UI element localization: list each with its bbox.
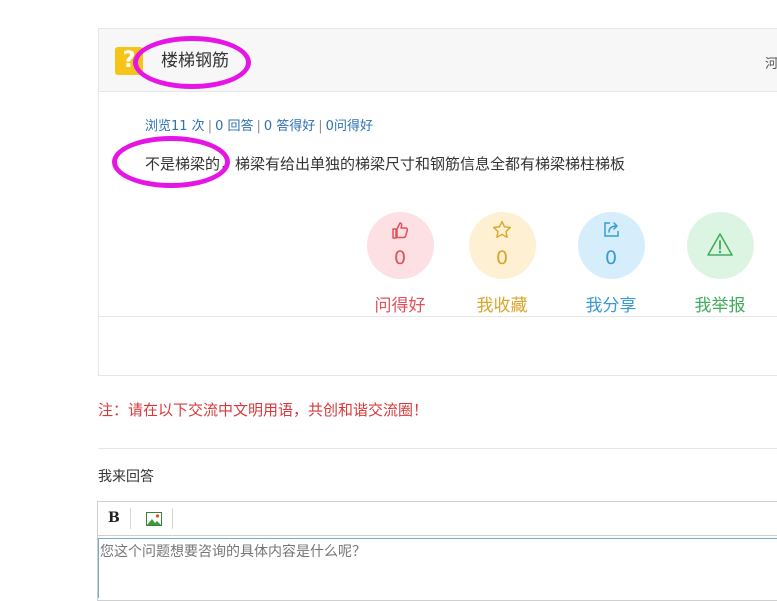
good-question-count[interactable]: 0问得好 bbox=[326, 119, 373, 134]
question-mark-icon: ? bbox=[115, 47, 143, 75]
civility-notice: 注：请在以下交流中文明用语，共创和谐交流圈！ bbox=[98, 401, 429, 419]
card-divider bbox=[99, 316, 777, 317]
star-icon bbox=[492, 220, 511, 238]
share-icon bbox=[603, 222, 619, 237]
image-icon[interactable] bbox=[146, 511, 162, 530]
view-count[interactable]: 浏览11 次 bbox=[145, 119, 205, 134]
report-button[interactable]: 我举报 bbox=[680, 212, 760, 316]
stats-separator: | bbox=[318, 119, 323, 134]
report-circle[interactable] bbox=[686, 212, 754, 279]
favorite-label[interactable]: 我收藏 bbox=[462, 291, 542, 316]
favorite-button[interactable]: 0 我收藏 bbox=[462, 212, 542, 316]
editor-toolbar: B bbox=[98, 502, 777, 536]
good-question-label[interactable]: 问得好 bbox=[360, 291, 440, 316]
toolbar-separator bbox=[172, 508, 173, 529]
good-question-count-value: 0 bbox=[393, 247, 407, 269]
thumbs-up-icon bbox=[391, 222, 408, 239]
answer-input[interactable] bbox=[98, 538, 777, 598]
question-stats: 浏览11 次 | 0 回答 | 0 答得好 | 0问得好 bbox=[145, 115, 373, 134]
answer-editor: B bbox=[97, 501, 777, 601]
share-circle[interactable]: 0 bbox=[577, 212, 645, 279]
toolbar-separator bbox=[130, 508, 131, 529]
good-question-button[interactable]: 0 问得好 bbox=[360, 212, 440, 316]
bold-icon[interactable]: B bbox=[108, 510, 120, 526]
favorite-count-value: 0 bbox=[495, 247, 509, 269]
question-title: 楼梯钢筋 bbox=[161, 51, 229, 71]
good-question-circle[interactable]: 0 bbox=[366, 212, 434, 279]
share-label[interactable]: 我分享 bbox=[571, 291, 651, 316]
section-divider bbox=[98, 448, 777, 449]
good-answer-count[interactable]: 0 答得好 bbox=[264, 119, 315, 134]
image-icon-graphic bbox=[146, 512, 162, 526]
warning-icon bbox=[706, 233, 733, 256]
favorite-circle[interactable]: 0 bbox=[468, 212, 536, 279]
answer-count[interactable]: 0 回答 bbox=[215, 119, 253, 134]
stats-separator: | bbox=[207, 119, 213, 134]
report-label[interactable]: 我举报 bbox=[680, 291, 760, 316]
share-count-value: 0 bbox=[604, 247, 618, 269]
action-bar: 0 问得好 0 我收藏 0 我分享 我举报 bbox=[360, 212, 777, 322]
question-card: ? 楼梯钢筋 河 浏览11 次 | 0 回答 | 0 答得好 | 0问得好 不是梯梁的，梯梁… bbox=[98, 28, 777, 376]
answer-section-label: 我来回答 bbox=[98, 469, 154, 485]
header-right-text: 河 bbox=[765, 57, 777, 72]
stats-separator: | bbox=[256, 119, 261, 134]
share-button[interactable]: 0 我分享 bbox=[571, 212, 651, 316]
question-body: 不是梯梁的，梯梁有给出单独的梯梁尺寸和钢筋信息全都有梯梁梯柱梯板 bbox=[145, 155, 626, 173]
question-header: ? 楼梯钢筋 河 bbox=[99, 29, 777, 92]
